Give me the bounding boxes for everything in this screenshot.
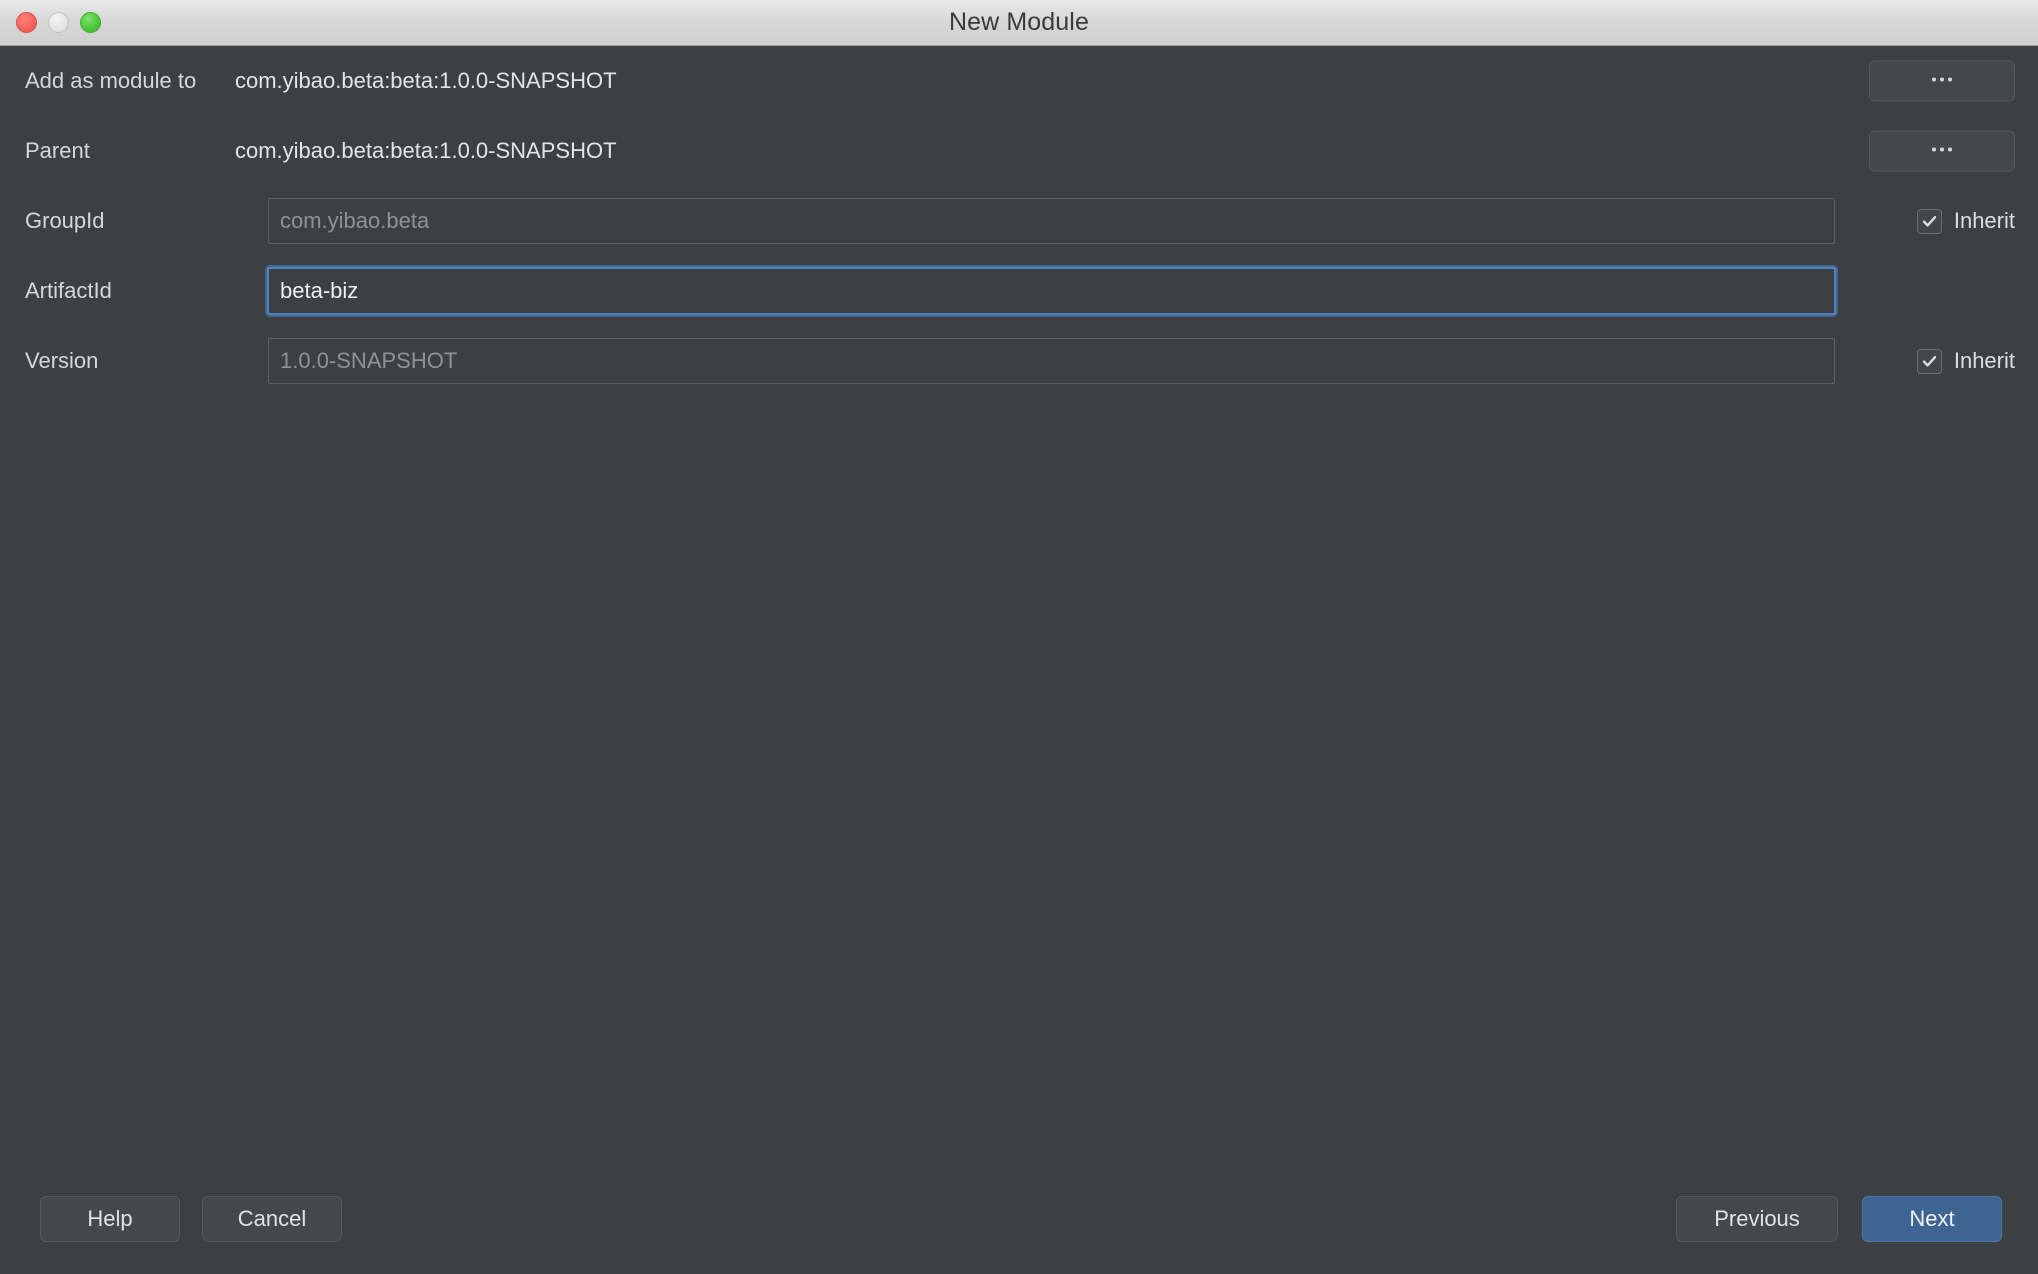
footer-right-buttons: Previous Next xyxy=(1676,1196,2002,1242)
window-controls xyxy=(16,0,101,45)
version-input[interactable]: 1.0.0-SNAPSHOT xyxy=(268,338,1835,384)
cancel-button[interactable]: Cancel xyxy=(202,1196,342,1242)
new-module-dialog: New Module Add as module to com.yibao.be… xyxy=(0,0,2038,1274)
artifactid-input[interactable]: beta-biz xyxy=(267,267,1836,315)
label-add-as-module-to: Add as module to xyxy=(25,68,197,93)
module-form: Add as module to com.yibao.beta:beta:1.0… xyxy=(0,46,2038,396)
maximize-window-button[interactable] xyxy=(80,12,101,33)
form-row-artifactid: ArtifactId beta-biz xyxy=(0,256,2038,326)
groupid-inherit-label: Inherit xyxy=(1953,208,2015,233)
label-artifactid: ArtifactId xyxy=(25,278,112,303)
footer-left-buttons: Help Cancel xyxy=(40,1196,342,1242)
add-as-module-to-browse-button[interactable] xyxy=(1869,60,2015,102)
ellipsis-icon xyxy=(1932,147,1952,155)
form-row-version: Version 1.0.0-SNAPSHOT Inherit xyxy=(0,326,2038,396)
groupid-inherit-toggle[interactable]: Inherit xyxy=(1916,208,2015,234)
parent-browse-button[interactable] xyxy=(1869,130,2015,172)
version-inherit-toggle[interactable]: Inherit xyxy=(1916,348,2015,374)
ellipsis-icon xyxy=(1932,77,1952,85)
label-parent: Parent xyxy=(25,138,90,163)
dialog-footer: Help Cancel Previous Next xyxy=(0,1170,2038,1274)
version-inherit-label: Inherit xyxy=(1953,348,2015,373)
help-button[interactable]: Help xyxy=(40,1196,180,1242)
next-button[interactable]: Next xyxy=(1862,1196,2002,1242)
dialog-body: Add as module to com.yibao.beta:beta:1.0… xyxy=(0,46,2038,1274)
value-add-as-module-to: com.yibao.beta:beta:1.0.0-SNAPSHOT xyxy=(235,68,617,93)
checkbox-checked-icon[interactable] xyxy=(1916,348,1942,374)
form-row-parent: Parent com.yibao.beta:beta:1.0.0-SNAPSHO… xyxy=(0,116,2038,186)
previous-button[interactable]: Previous xyxy=(1676,1196,1838,1242)
checkbox-checked-icon[interactable] xyxy=(1916,208,1942,234)
window-title: New Module xyxy=(949,8,1089,36)
minimize-window-button[interactable] xyxy=(48,12,69,33)
form-row-groupid: GroupId com.yibao.beta Inherit xyxy=(0,186,2038,256)
title-bar: New Module xyxy=(0,0,2038,46)
label-groupid: GroupId xyxy=(25,208,105,233)
close-window-button[interactable] xyxy=(16,12,37,33)
groupid-input[interactable]: com.yibao.beta xyxy=(268,198,1835,244)
label-version: Version xyxy=(25,348,99,373)
form-row-add-as-module-to: Add as module to com.yibao.beta:beta:1.0… xyxy=(0,46,2038,116)
value-parent: com.yibao.beta:beta:1.0.0-SNAPSHOT xyxy=(235,138,617,163)
